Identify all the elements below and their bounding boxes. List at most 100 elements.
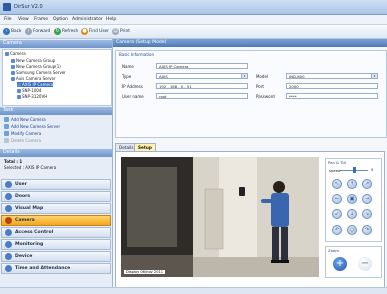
nav-user[interactable]: User [1, 179, 111, 190]
door-icon [5, 193, 12, 200]
ip-address-field[interactable]: 192 . 168 . 0 . 51 [156, 83, 248, 89]
menu-help[interactable]: Help [106, 17, 116, 22]
speed-slider-handle[interactable] [352, 167, 356, 173]
print-label: Print [120, 29, 130, 34]
tilt-down-button[interactable]: ↓ [347, 209, 357, 219]
camera-icon [17, 88, 21, 93]
details-section-header: Details [0, 149, 112, 157]
cameras-section-header: Camera [0, 40, 112, 48]
ptz-extra-button-2[interactable]: ○ [347, 225, 357, 235]
sidebar: Camera Camera New Camera Group New Camer… [0, 39, 113, 294]
pan-up-right-button[interactable]: ↗ [362, 179, 372, 189]
back-button[interactable]: ‹ Back [3, 27, 21, 36]
tree-item-axis-ip-camera[interactable]: AXIS IP Camera [17, 82, 54, 87]
menu-file[interactable]: File [4, 17, 12, 22]
nav-label: Monitoring [15, 242, 44, 247]
name-field[interactable]: AXIS IP Camera [156, 63, 248, 69]
menu-frame[interactable]: Frame [34, 17, 48, 22]
tree-item-label: New Camera Group [16, 58, 56, 63]
pan-down-right-button[interactable]: ↘ [362, 209, 372, 219]
tree-item-new-camera-group-1[interactable]: New Camera Group(1) [11, 64, 61, 69]
delete-camera-task[interactable]: Delete Camera [4, 138, 41, 143]
type-select[interactable]: AXIS ▾ [156, 73, 248, 79]
nav-monitoring[interactable]: Monitoring [1, 239, 111, 250]
edit-icon [4, 131, 9, 136]
add-new-camera-task[interactable]: Add New Camera [4, 117, 46, 122]
forward-button[interactable]: › Forward [25, 27, 50, 36]
chevron-down-icon: ▾ [371, 74, 377, 78]
folder-icon [11, 58, 15, 63]
add-new-camera-server-task[interactable]: Add New Camera Server [4, 124, 60, 129]
tilt-up-button[interactable]: ↑ [347, 179, 357, 189]
back-label: Back [11, 29, 22, 34]
user-icon [5, 181, 12, 188]
menu-view[interactable]: View [18, 17, 29, 22]
username-label: User name [122, 94, 144, 99]
nav-label: Device [15, 254, 33, 259]
tree-item-new-camera-group[interactable]: New Camera Group [11, 58, 55, 63]
task-label: Modify Camera [11, 131, 42, 136]
name-label: Name [122, 64, 134, 69]
nav-device[interactable]: Device [1, 251, 111, 262]
model-value: IND-800 [289, 74, 305, 79]
speed-label: speed [329, 168, 341, 173]
menu-option[interactable]: Option [53, 17, 68, 22]
refresh-button[interactable]: ↻ Refresh [54, 27, 78, 36]
pan-right-button[interactable]: → [362, 194, 372, 204]
find-user-button[interactable]: ● Find User [81, 27, 109, 36]
nav-doors[interactable]: Doors [1, 191, 111, 202]
pan-left-button[interactable]: ← [332, 194, 342, 204]
nav-time-attendance[interactable]: Time and Attendance [1, 263, 111, 274]
clock-icon [5, 265, 12, 272]
port-label: Port [256, 84, 264, 89]
user-search-icon: ● [81, 28, 88, 35]
ptz-extra-button-1[interactable]: ↶ [332, 225, 342, 235]
ptz-home-button[interactable]: ▣ [347, 194, 357, 204]
nav-visual-map[interactable]: Visual Map [1, 203, 111, 214]
camera-video-feed: Display 06/nov 2011 [121, 157, 319, 277]
details-total: Total : 1 [4, 159, 23, 164]
model-select[interactable]: IND-800 ▾ [286, 73, 378, 79]
tree-item-snp-1004[interactable]: SNP-1004 [17, 88, 41, 93]
modify-camera-task[interactable]: Modify Camera [4, 131, 41, 136]
tree-item-snp-3120vh[interactable]: SNP-3120VH [17, 94, 47, 99]
camera-tree: Camera New Camera Group New Camera Group… [2, 49, 112, 106]
task-label: Add New Camera Server [11, 124, 61, 129]
tree-item-samsung-camera-server[interactable]: Samsung Camera Server [11, 70, 66, 75]
refresh-label: Refresh [62, 29, 79, 34]
menu-administrator[interactable]: Administrator [72, 17, 103, 22]
type-label: Type [122, 74, 132, 79]
camera-scene-image [121, 157, 319, 277]
username-field[interactable]: root [156, 93, 248, 99]
ptz-extra-button-3[interactable]: ↷ [362, 225, 372, 235]
map-icon [5, 205, 12, 212]
password-field[interactable]: **** [286, 93, 378, 99]
zoom-group: Zoom + − [325, 246, 382, 278]
printer-icon: ▤ [112, 28, 119, 35]
pan-down-left-button[interactable]: ↙ [332, 209, 342, 219]
tree-item-label: SNP-3120VH [22, 94, 48, 99]
nav-label: Visual Map [15, 206, 44, 211]
nav-camera[interactable]: Camera [1, 215, 111, 226]
monitor-icon [5, 241, 12, 248]
arrow-left-icon: ‹ [3, 28, 10, 35]
print-button[interactable]: ▤ Print [112, 27, 130, 36]
port-field[interactable]: 2000 [286, 83, 378, 89]
zoom-out-button[interactable]: − [358, 257, 372, 271]
zoom-in-button[interactable]: + [333, 257, 347, 271]
basic-information-group: Basic Information Name AXIS IP Camera Ty… [115, 50, 387, 138]
window-title: DirSur V2.0 [14, 4, 43, 10]
task-label: Add New Camera [11, 117, 46, 122]
ip-address-label: IP Address [122, 84, 143, 89]
tree-item-camera-root[interactable]: Camera [5, 51, 26, 56]
task-section-header: Task [0, 107, 112, 115]
chevron-down-icon: ▾ [241, 74, 247, 78]
pan-up-left-button[interactable]: ↖ [332, 179, 342, 189]
video-caption: Display 06/nov 2011 [124, 270, 166, 274]
nav-access-control[interactable]: Access Control [1, 227, 111, 238]
tree-item-label: Axis Camera Server [16, 76, 56, 81]
server-icon [11, 70, 15, 75]
title-bar: DirSur V2.0 [0, 0, 387, 15]
tree-item-axis-camera-server[interactable]: Axis Camera Server [11, 76, 56, 81]
camera-icon [5, 51, 9, 56]
